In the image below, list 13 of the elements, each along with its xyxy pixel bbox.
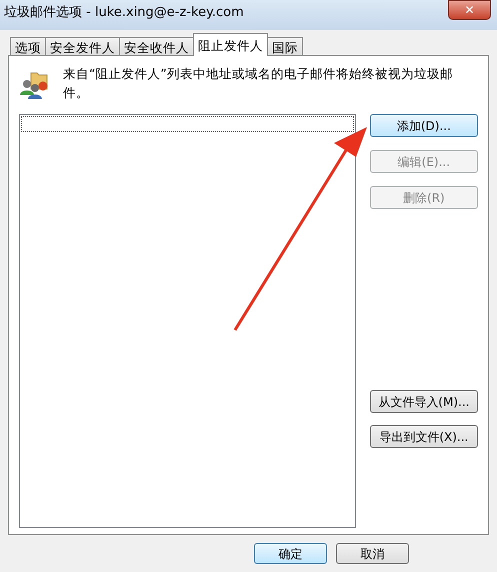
focus-row[interactable] — [21, 116, 354, 132]
window-title: 垃圾邮件选项 - luke.xing@e-z-key.com — [4, 4, 244, 22]
description-text: 来自“阻止发件人”列表中地址或域名的电子邮件将始终被视为垃圾邮件。 — [62, 65, 454, 102]
ok-button[interactable]: 确定 — [254, 543, 327, 564]
action-button[interactable]: 添加(D)... — [370, 114, 478, 137]
tab[interactable]: 国际 — [267, 37, 303, 56]
tab[interactable]: 安全收件人 — [119, 37, 194, 56]
tab[interactable]: 阻止发件人 — [193, 33, 268, 56]
cancel-button[interactable]: 取消 — [336, 543, 409, 564]
tab[interactable]: 安全发件人 — [45, 37, 120, 56]
file-button[interactable]: 导出到文件(X)... — [370, 425, 478, 448]
file-button[interactable]: 从文件导入(M)... — [370, 390, 478, 413]
tab[interactable]: 选项 — [10, 37, 46, 56]
